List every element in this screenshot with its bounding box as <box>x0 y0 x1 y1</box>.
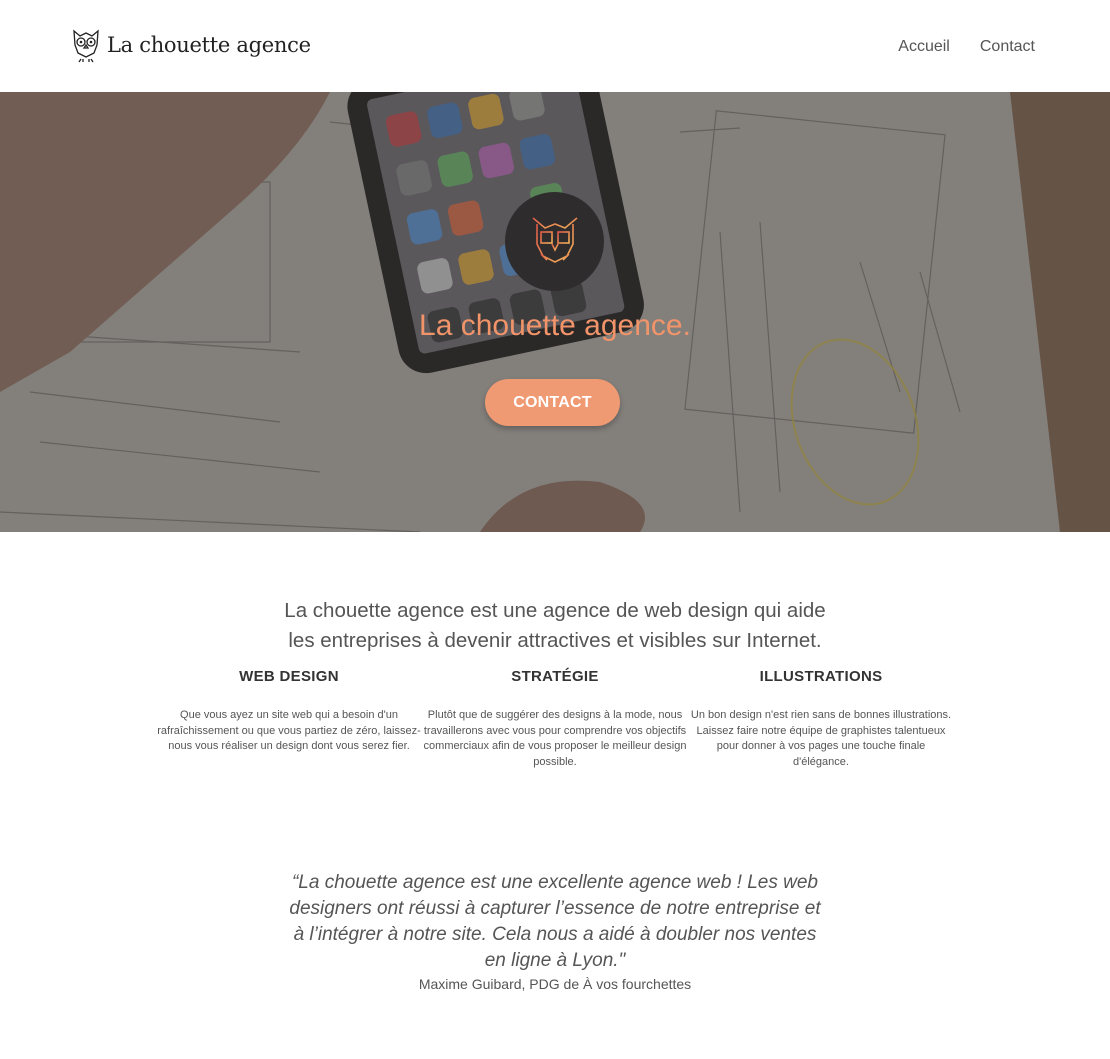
service-description: Plutôt que de suggérer des designs à la … <box>423 709 687 768</box>
hero-banner: La chouette agence. CONTACT <box>0 92 1110 532</box>
service-web-design: WEB DESIGN Que vous ayez un site web qui… <box>156 668 422 770</box>
nav-link-contact[interactable]: Contact <box>980 38 1035 56</box>
logo-text: La chouette agence <box>107 33 311 57</box>
service-title: WEB DESIGN <box>239 668 339 685</box>
service-title: ILLUSTRATIONS <box>759 668 883 685</box>
intro-line-1: La chouette agence est une agence de web… <box>284 599 826 622</box>
testimonial-section: “La chouette agence est une excellente a… <box>0 870 1110 992</box>
hero-title: La chouette agence. <box>419 309 691 342</box>
intro-text: La chouette agence est une agence de web… <box>0 596 1110 656</box>
nav-link-accueil[interactable]: Accueil <box>898 38 950 56</box>
service-strategie: STRATÉGIE Plutôt que de suggérer des des… <box>422 668 688 770</box>
services-list: WEB DESIGN Que vous ayez un site web qui… <box>0 668 1110 770</box>
intro-section: La chouette agence est une agence de web… <box>0 596 1110 770</box>
owl-emblem-icon <box>531 216 578 267</box>
contact-cta-button[interactable]: CONTACT <box>485 379 620 426</box>
service-description: Que vous ayez un site web qui a besoin d… <box>157 709 421 752</box>
logo-link[interactable]: La chouette agence <box>71 27 311 63</box>
intro-line-2: les entreprises à devenir attractives et… <box>288 629 822 652</box>
site-header: La chouette agence Accueil Contact <box>0 0 1110 92</box>
service-description: Un bon design n'est rien sans de bonnes … <box>690 709 952 768</box>
testimonial-author: Maxime Guibard, PDG de À vos fourchettes <box>418 976 692 992</box>
service-illustrations: ILLUSTRATIONS Un bon design n'est rien s… <box>688 668 954 770</box>
service-title: STRATÉGIE <box>511 668 599 685</box>
testimonial-quote: “La chouette agence est une excellente a… <box>289 872 821 971</box>
owl-logo-icon <box>73 29 99 63</box>
main-nav: Accueil Contact <box>898 38 1035 56</box>
owl-badge <box>505 192 604 291</box>
